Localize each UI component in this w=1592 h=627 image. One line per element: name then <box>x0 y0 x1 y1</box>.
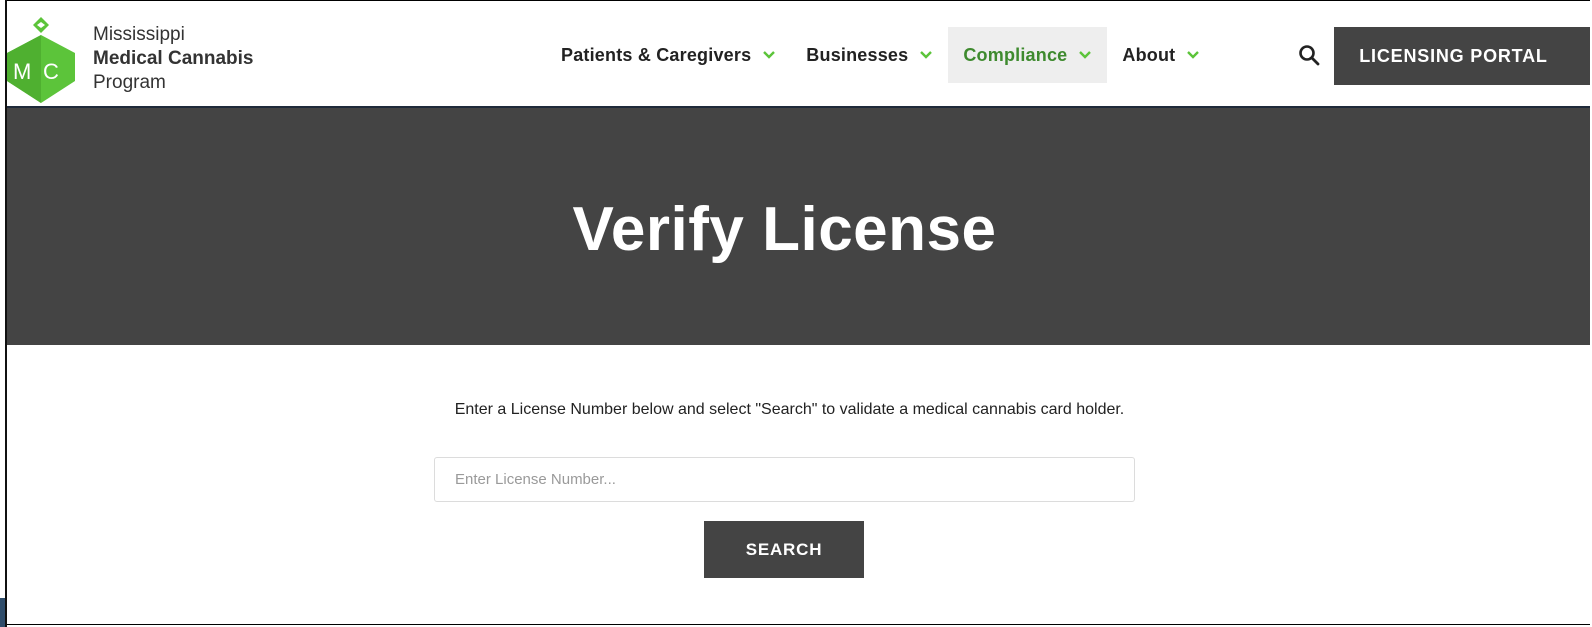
search-icon[interactable] <box>1297 43 1321 67</box>
brand-line-3: Program <box>93 72 166 93</box>
search-button[interactable]: SEARCH <box>704 521 864 578</box>
nav-item-label: Patients & Caregivers <box>561 44 752 65</box>
chevron-down-icon <box>920 51 933 59</box>
brand-name[interactable]: Mississippi Medical Cannabis Program <box>93 23 254 95</box>
page-title: Verify License <box>572 195 997 264</box>
nav-item-about[interactable]: About <box>1107 27 1215 83</box>
licensing-portal-button[interactable]: LICENSING PORTAL <box>1334 27 1590 85</box>
nav-item-label: About <box>1122 44 1176 65</box>
chevron-down-icon <box>763 51 776 59</box>
logo-letter-m: M <box>13 59 31 84</box>
instruction-text: Enter a License Number below and select … <box>454 401 1125 418</box>
page-frame: M C Mississippi Medical Cannabis Program… <box>0 0 1590 625</box>
mmcp-logo[interactable]: M C <box>5 11 77 103</box>
window-edge <box>0 0 7 627</box>
main-nav: Patients & Caregivers Businesses Complia… <box>546 27 1215 83</box>
hero-banner: Verify License <box>1 108 1590 345</box>
nav-item-compliance[interactable]: Compliance <box>948 27 1108 83</box>
logo-letter-c: C <box>43 59 59 84</box>
brand-line-1: Mississippi <box>93 24 185 45</box>
chevron-down-icon <box>1187 51 1200 59</box>
chevron-down-icon <box>1079 51 1092 59</box>
nav-item-patients-caregivers[interactable]: Patients & Caregivers <box>546 27 791 83</box>
site-header: M C Mississippi Medical Cannabis Program… <box>1 1 1590 108</box>
window-edge-accent <box>0 598 5 627</box>
brand-line-2: Medical Cannabis <box>93 48 254 69</box>
license-number-input[interactable] <box>434 457 1135 502</box>
nav-item-label: Compliance <box>963 44 1068 65</box>
nav-item-businesses[interactable]: Businesses <box>791 27 948 83</box>
nav-item-label: Businesses <box>806 44 909 65</box>
